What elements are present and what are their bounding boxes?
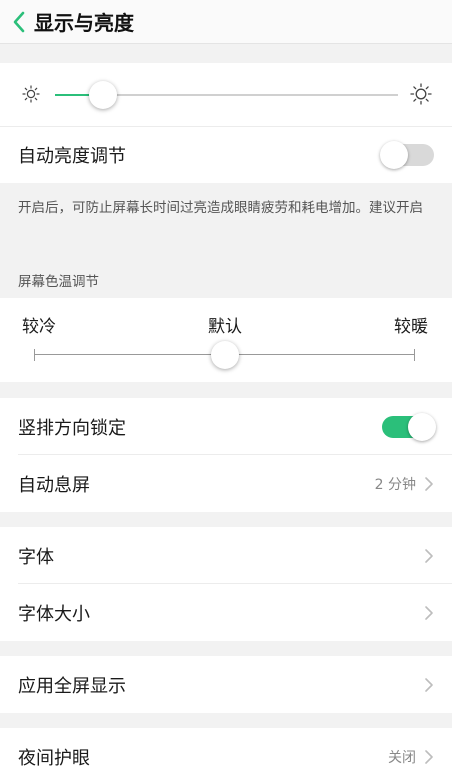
temp-track-start-tick [34,349,35,361]
chevron-right-icon [425,677,433,692]
font-label: 字体 [18,546,54,568]
title-bar: 显示与亮度 [0,0,452,44]
font-row[interactable]: 字体 [0,527,452,584]
fullscreen-row[interactable]: 应用全屏显示 [0,656,452,713]
screen-card: 竖排方向锁定 自动息屏 2 分钟 [0,398,452,512]
night-mode-value: 关闭 [388,749,416,766]
night-mode-row[interactable]: 夜间护眼 关闭 [0,728,452,783]
fullscreen-card: 应用全屏显示 [0,656,452,713]
temp-track-end-tick [414,349,415,361]
auto-sleep-row[interactable]: 自动息屏 2 分钟 [0,455,452,512]
chevron-right-icon [425,605,433,620]
font-size-row[interactable]: 字体大小 [0,584,452,641]
orientation-lock-row[interactable]: 竖排方向锁定 [0,398,452,455]
chevron-right-icon [425,548,433,563]
auto-brightness-row[interactable]: 自动亮度调节 [0,126,452,183]
default-label: 默认 [208,317,242,337]
sun-large-icon [410,83,432,105]
auto-sleep-value: 2 分钟 [374,476,416,493]
fullscreen-label: 应用全屏显示 [18,675,126,697]
auto-brightness-label: 自动亮度调节 [18,146,126,167]
auto-brightness-note: 开启后，可防止屏幕长时间过亮造成眼睛疲劳和耗电增加。建议开启 [18,200,423,216]
brightness-card: 自动亮度调节 [0,63,452,183]
night-mode-label: 夜间护眼 [18,747,90,769]
brightness-thumb[interactable] [89,81,118,109]
cool-label: 较冷 [22,317,56,337]
warm-label: 较暖 [394,317,428,337]
font-card: 字体 字体大小 [0,527,452,641]
orientation-lock-label: 竖排方向锁定 [18,417,126,439]
brightness-slider-row [0,63,452,126]
back-button[interactable] [4,0,34,44]
sun-small-icon [22,85,40,103]
auto-sleep-label: 自动息屏 [18,474,90,496]
color-temp-card: 较冷 默认 较暖 [0,298,452,382]
chevron-right-icon [425,476,433,491]
orientation-lock-toggle[interactable] [382,412,436,441]
night-mode-card: 夜间护眼 关闭 [0,728,452,783]
font-size-label: 字体大小 [18,603,90,625]
page-title: 显示与亮度 [34,11,134,35]
color-temp-section-label: 屏幕色温调节 [18,274,99,290]
color-temp-thumb[interactable] [210,341,239,369]
auto-brightness-toggle[interactable] [380,141,434,169]
chevron-left-icon [13,11,25,32]
chevron-right-icon [425,749,433,764]
